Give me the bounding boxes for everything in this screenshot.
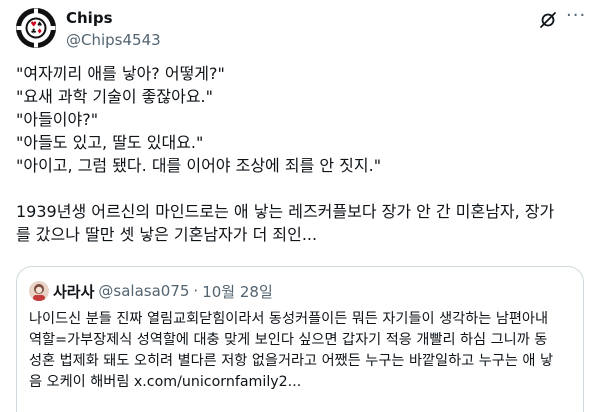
- author-handle[interactable]: @Chips4543: [66, 30, 161, 50]
- svg-text:♦: ♦: [37, 28, 43, 36]
- tweet-line: "아들이야?": [16, 110, 99, 129]
- poker-chip-avatar-image: ♥ ♠ ♣ ♦: [16, 8, 56, 48]
- avatar[interactable]: ♥ ♠ ♣ ♦: [16, 8, 56, 48]
- quoted-line: 성혼 법제화 돼도 오히려 별다른 저항 없을거라고 어쨌든 누구는 바깥일하고…: [29, 353, 554, 369]
- tweet-line: 를 갔으나 딸만 셋 낳은 기혼남자가 더 죄인...: [16, 225, 318, 244]
- quoted-separator: ·: [193, 282, 199, 300]
- quoted-display-name: 사라사: [53, 282, 95, 301]
- quoted-avatar: [29, 281, 49, 301]
- quoted-tweet-header: 사라사 @salasa075 · 10월 28일: [29, 279, 273, 303]
- author-names: Chips @Chips4543: [66, 8, 161, 50]
- quoted-handle: @salasa075: [98, 282, 190, 300]
- quoted-avatar-image: [29, 281, 49, 301]
- quoted-line: 나이드신 분들 진짜 열림교회닫힘이라서 동성커플이든 뭐든 자기들이 생각하는…: [29, 311, 549, 327]
- quoted-date: 10월 28일: [202, 282, 273, 301]
- tweet-line: "요새 과학 기술이 좋잖아요.": [16, 87, 213, 106]
- tweet-line: "아이고, 그럼 됐다. 대를 이어야 조상에 죄를 안 짓지.": [16, 156, 382, 175]
- author-display-name[interactable]: Chips: [66, 8, 161, 28]
- tweet-text: "여자끼리 애를 낳아? 어떻게?" "요새 과학 기술이 좋잖아요." "아들…: [16, 62, 588, 246]
- quoted-tweet[interactable]: 사라사 @salasa075 · 10월 28일 나이드신 분들 진짜 열림교회…: [16, 266, 584, 412]
- tweet-line: "아들도 있고, 딸도 있대요.": [16, 133, 204, 152]
- quoted-line: 음 오케이 해버림 x.com/unicornfamily2...: [29, 374, 302, 390]
- tweet-line: "여자끼리 애를 낳아? 어떻게?": [16, 64, 225, 83]
- quoted-text: 나이드신 분들 진짜 열림교회닫힘이라서 동성커플이든 뭐든 자기들이 생각하는…: [29, 309, 577, 393]
- grok-icon[interactable]: [538, 10, 558, 30]
- quoted-line: 역할=가부장제식 성역할에 대충 맞게 보인다 싶으면 갑자기 적응 개빨리 하…: [29, 332, 548, 348]
- tweet-card: ♥ ♠ ♣ ♦ Chips @Chips4543 ··· "여자끼리 애를 낳아…: [0, 0, 602, 412]
- grok-glyph-icon: [540, 12, 556, 28]
- more-icon[interactable]: ···: [566, 7, 586, 28]
- tweet-line: 1939년생 어르신의 마인드로는 애 낳는 레즈커플보다 장가 안 간 미혼남…: [16, 202, 555, 221]
